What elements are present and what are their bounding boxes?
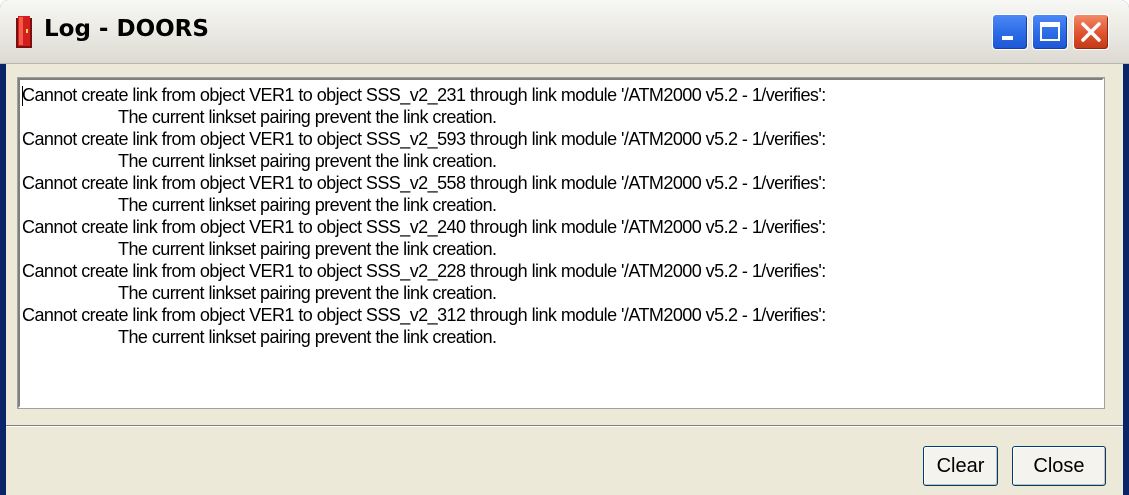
log-text-area[interactable]: Cannot create link from object VER1 to o… xyxy=(18,78,1104,408)
divider xyxy=(6,425,1123,427)
dialog-body: Cannot create link from object VER1 to o… xyxy=(6,64,1123,495)
log-line: The current linkset pairing prevent the … xyxy=(118,151,497,171)
log-line: The current linkset pairing prevent the … xyxy=(118,195,497,215)
log-line: Cannot create link from object VER1 to o… xyxy=(22,85,826,105)
log-line: Cannot create link from object VER1 to o… xyxy=(22,261,826,281)
maximize-button[interactable] xyxy=(1032,14,1068,50)
log-line: Cannot create link from object VER1 to o… xyxy=(22,305,826,325)
title-bar[interactable]: Log - DOORS xyxy=(0,0,1129,64)
close-window-button[interactable] xyxy=(1073,14,1109,50)
log-line: Cannot create link from object VER1 to o… xyxy=(22,173,826,193)
log-line: The current linkset pairing prevent the … xyxy=(118,283,497,303)
clear-button[interactable]: Clear xyxy=(923,446,998,486)
minimize-button[interactable] xyxy=(992,14,1028,50)
log-window: Log - DOORS Cannot create link from obje… xyxy=(0,0,1129,495)
log-line: The current linkset pairing prevent the … xyxy=(118,107,497,127)
log-line: Cannot create link from object VER1 to o… xyxy=(22,129,826,149)
log-line: The current linkset pairing prevent the … xyxy=(118,239,497,259)
minimize-icon xyxy=(1002,36,1013,40)
log-line: Cannot create link from object VER1 to o… xyxy=(22,217,826,237)
doors-icon xyxy=(16,16,32,48)
window-title: Log - DOORS xyxy=(44,16,209,42)
close-button[interactable]: Close xyxy=(1012,446,1106,486)
close-icon xyxy=(1081,22,1101,42)
log-line: The current linkset pairing prevent the … xyxy=(118,327,497,347)
maximize-icon xyxy=(1040,22,1060,41)
